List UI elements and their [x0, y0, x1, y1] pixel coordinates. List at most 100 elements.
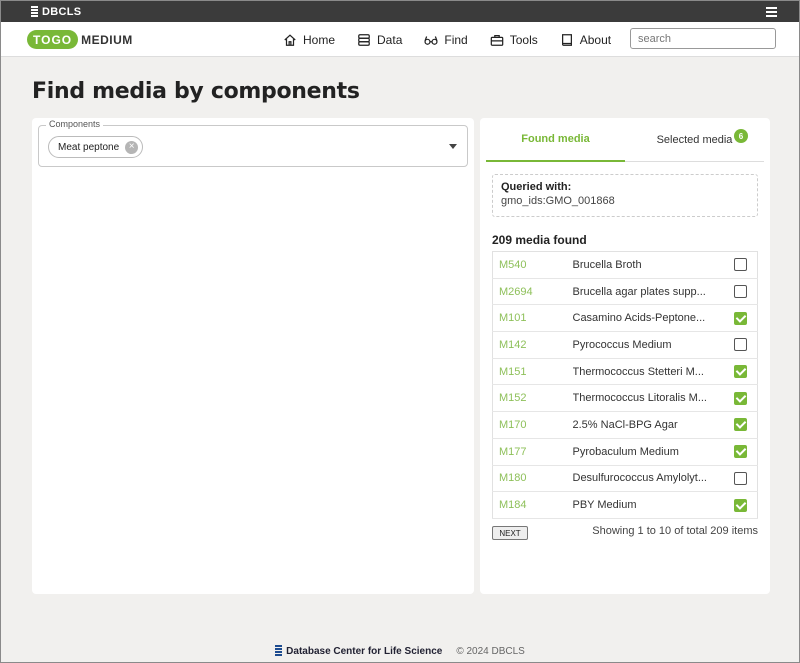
nav-about-label: About	[579, 32, 612, 47]
media-select-cell	[723, 251, 758, 279]
results-tabs: Found media Selected media 6	[486, 118, 764, 162]
table-row: M101 Casamino Acids-Peptone...	[492, 304, 758, 333]
media-id-link[interactable]: M170	[492, 411, 573, 439]
components-select[interactable]: Components Meat peptone ×	[38, 119, 468, 167]
page-title: Find media by components	[32, 79, 360, 104]
media-name: PBY Medium	[572, 491, 724, 519]
media-select-cell	[723, 411, 758, 439]
media-select-cell	[723, 331, 758, 359]
component-chip-label: Meat peptone	[58, 141, 120, 153]
media-select-cell	[723, 278, 758, 306]
query-value: gmo_ids:GMO_001868	[501, 195, 615, 207]
found-count: 209 media found	[492, 233, 587, 247]
dbcls-logo-icon	[31, 6, 38, 17]
media-id-link[interactable]: M540	[492, 251, 573, 279]
dbcls-footer-logo-icon	[275, 645, 283, 657]
table-row: M180 Desulfurococcus Amylolyt...	[492, 465, 758, 493]
toolbox-icon	[490, 34, 504, 46]
media-select-checkbox[interactable]	[733, 391, 747, 405]
home-icon	[284, 33, 296, 46]
media-select-cell	[723, 304, 758, 333]
media-name: Brucella agar plates supp...	[572, 278, 724, 306]
media-select-checkbox[interactable]	[733, 338, 747, 352]
media-select-checkbox[interactable]	[733, 471, 747, 485]
tab-selected-media-label: Selected media	[656, 134, 733, 146]
media-select-checkbox[interactable]	[733, 418, 747, 432]
table-row: M152 Thermococcus Litoralis M...	[492, 384, 758, 413]
nav-find-label: Find	[444, 32, 468, 47]
book-icon	[561, 33, 572, 46]
next-button[interactable]: NEXT	[492, 526, 528, 540]
table-row: M142 Pyrococcus Medium	[492, 331, 758, 359]
media-name: Thermococcus Litoralis M...	[572, 384, 724, 413]
media-id-link[interactable]: M151	[492, 358, 573, 386]
media-name: Pyrococcus Medium	[572, 331, 724, 359]
query-box: Queried with: gmo_ids:GMO_001868	[492, 174, 758, 217]
media-select-checkbox[interactable]	[733, 285, 747, 299]
dbcls-brand[interactable]: DBCLS	[31, 6, 81, 18]
database-icon	[358, 33, 370, 46]
nav-home[interactable]: Home	[283, 33, 335, 47]
media-name: Thermococcus Stetteri M...	[572, 358, 724, 386]
media-select-checkbox[interactable]	[733, 498, 747, 512]
logo-togo: TOGO	[27, 30, 79, 49]
media-select-checkbox[interactable]	[733, 311, 747, 325]
footer-org-label: Database Center for Life Science	[286, 645, 443, 657]
selected-count-badge: 6	[734, 129, 748, 143]
media-select-cell	[723, 438, 758, 466]
tab-selected-media[interactable]: Selected media 6	[625, 118, 764, 162]
nav-home-label: Home	[303, 32, 336, 47]
media-select-cell	[723, 358, 758, 386]
table-row: M540 Brucella Broth	[492, 251, 758, 279]
components-panel: Components Meat peptone ×	[32, 118, 474, 594]
nav-tools[interactable]: Tools	[490, 33, 538, 47]
tab-found-media-label: Found media	[521, 133, 590, 145]
media-id-link[interactable]: M142	[492, 331, 573, 359]
results-panel: Found media Selected media 6 Queried wit…	[480, 118, 770, 594]
footer-org-link[interactable]: Database Center for Life Science	[275, 645, 442, 657]
remove-chip-icon[interactable]: ×	[125, 140, 139, 154]
footer-copyright: © 2024 DBCLS	[456, 645, 525, 657]
top-bar: DBCLS	[1, 1, 799, 22]
components-label: Components	[46, 119, 104, 129]
nav-data[interactable]: Data	[357, 33, 402, 47]
table-row: M177 Pyrobaculum Medium	[492, 438, 758, 466]
table-row: M2694 Brucella agar plates supp...	[492, 278, 758, 306]
media-name: Brucella Broth	[572, 251, 724, 279]
media-name: Pyrobaculum Medium	[572, 438, 724, 466]
query-title: Queried with:	[501, 181, 572, 193]
media-id-link[interactable]: M184	[492, 491, 573, 519]
media-name: Casamino Acids-Peptone...	[572, 304, 724, 333]
tab-found-media[interactable]: Found media	[486, 118, 625, 162]
media-select-checkbox[interactable]	[733, 365, 747, 379]
media-name: 2.5% NaCl-BPG Agar	[572, 411, 724, 439]
table-row: M170 2.5% NaCl-BPG Agar	[492, 411, 758, 439]
menu-icon[interactable]	[766, 6, 777, 17]
footer: Database Center for Life Science © 2024 …	[1, 640, 799, 662]
media-table: M540 Brucella Broth M2694 Brucella agar pla…	[492, 251, 758, 519]
media-select-cell	[723, 384, 758, 413]
media-id-link[interactable]: M180	[492, 465, 573, 493]
table-row: M151 Thermococcus Stetteri M...	[492, 358, 758, 386]
pagination-status: Showing 1 to 10 of total 209 items	[592, 525, 758, 537]
main-nav: Home Data Find Tools About	[283, 22, 633, 57]
nav-tools-label: Tools	[509, 32, 538, 47]
media-id-link[interactable]: M2694	[492, 278, 573, 306]
nav-find[interactable]: Find	[424, 32, 468, 47]
media-id-link[interactable]: M152	[492, 384, 573, 413]
media-id-link[interactable]: M177	[492, 438, 573, 466]
media-select-checkbox[interactable]	[733, 445, 747, 459]
nav-data-label: Data	[377, 32, 403, 47]
logo-medium: MEDIUM	[81, 32, 133, 47]
media-select-cell	[723, 465, 758, 493]
site-logo[interactable]: TOGO MEDIUM	[27, 30, 133, 49]
search-input[interactable]	[630, 28, 776, 49]
nav-about[interactable]: About	[560, 33, 611, 47]
chevron-down-icon[interactable]	[449, 144, 457, 149]
component-chip[interactable]: Meat peptone ×	[48, 136, 144, 158]
nav-bar: TOGO MEDIUM Home Data Find Tools About	[1, 22, 799, 57]
table-row: M184 PBY Medium	[492, 491, 758, 519]
media-id-link[interactable]: M101	[492, 304, 573, 333]
media-select-checkbox[interactable]	[733, 258, 747, 272]
media-name: Desulfurococcus Amylolyt...	[572, 465, 724, 493]
